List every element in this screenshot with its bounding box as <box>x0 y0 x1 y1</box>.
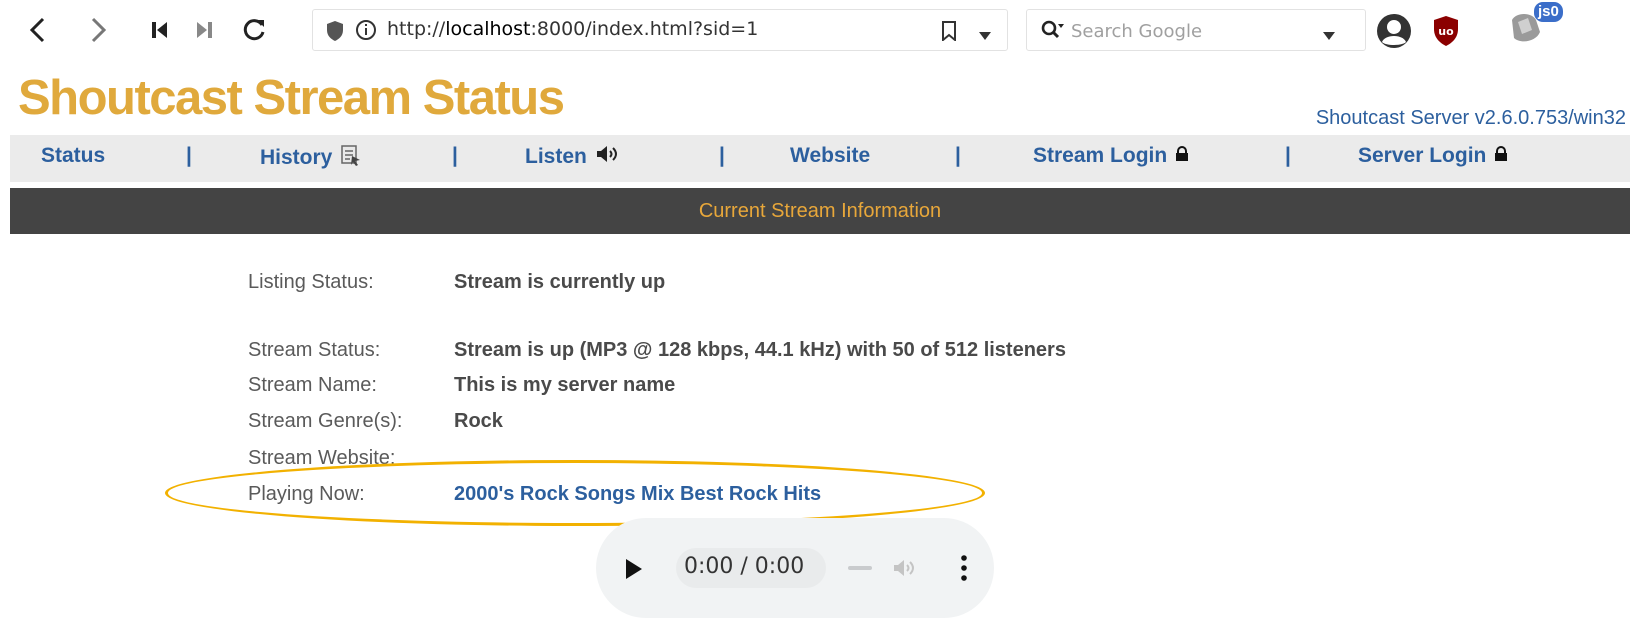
stream-name-row: Stream Name: This is my server name <box>248 374 675 397</box>
nav-separator: | <box>955 144 961 167</box>
nav-separator: | <box>1285 144 1291 167</box>
shield-icon[interactable] <box>325 20 345 47</box>
search-input[interactable] <box>1071 18 1311 44</box>
account-avatar-icon[interactable] <box>1376 13 1412 49</box>
stream-genre-row: Stream Genre(s): Rock <box>248 410 503 433</box>
nav-status-label: Status <box>41 144 106 167</box>
nav-bar: Status | History | Listen | Website | St… <box>10 135 1630 182</box>
ublock-origin-icon[interactable]: uo <box>1432 15 1460 52</box>
nav-website[interactable]: Website <box>790 144 870 168</box>
nav-server-login[interactable]: Server Login <box>1358 144 1508 168</box>
extension-badge: js0 <box>1534 2 1563 22</box>
progress-bar[interactable] <box>848 566 872 570</box>
section-header: Current Stream Information <box>10 188 1630 234</box>
url-text[interactable]: http://localhost:8000/index.html?sid=1 <box>387 18 758 40</box>
speaker-icon <box>595 144 623 170</box>
nav-history[interactable]: History <box>260 144 362 172</box>
page-title: Shoutcast Stream Status <box>18 71 565 125</box>
audio-player[interactable]: 0:00 / 0:00 <box>596 518 994 618</box>
history-icon <box>340 144 362 172</box>
nav-history-label: History <box>260 146 333 169</box>
stream-status-label: Stream Status: <box>248 339 381 361</box>
nav-server-login-label: Server Login <box>1358 144 1487 167</box>
stream-name-label: Stream Name: <box>248 374 377 396</box>
url-host: localhost <box>445 18 531 40</box>
stream-status-row: Stream Status: Stream is up (MP3 @ 128 k… <box>248 339 1066 362</box>
svg-text:uo: uo <box>1438 25 1454 38</box>
url-bar[interactable]: http://localhost:8000/index.html?sid=1 <box>312 9 1008 51</box>
playing-now-label: Playing Now: <box>248 483 365 505</box>
listing-status-row: Listing Status: Stream is currently up <box>248 271 665 294</box>
stream-genre-value: Rock <box>454 410 503 432</box>
chevron-down-icon[interactable] <box>979 27 991 45</box>
url-rest: :8000/index.html?sid=1 <box>530 18 759 40</box>
browser-toolbar: http://localhost:8000/index.html?sid=1 u… <box>0 0 1630 70</box>
nav-listen-label: Listen <box>525 145 587 168</box>
search-icon[interactable] <box>1041 20 1065 47</box>
bookmark-icon[interactable] <box>941 21 957 46</box>
stream-name-value: This is my server name <box>454 374 676 396</box>
playing-now-row: Playing Now: 2000's Rock Songs Mix Best … <box>248 483 821 506</box>
lock-icon <box>1494 144 1508 168</box>
nav-listen[interactable]: Listen <box>525 144 623 170</box>
nav-stream-login-label: Stream Login <box>1033 144 1168 167</box>
search-engine-chevron-down-icon[interactable] <box>1323 27 1335 45</box>
nav-separator: | <box>452 144 458 167</box>
back-arrow-icon[interactable] <box>20 12 56 48</box>
stream-website-label: Stream Website: <box>248 447 396 469</box>
nav-website-label: Website <box>790 144 871 167</box>
nav-status[interactable]: Status <box>41 144 105 168</box>
nav-stream-login[interactable]: Stream Login <box>1033 144 1189 168</box>
stream-status-value: Stream is up (MP3 @ 128 kbps, 44.1 kHz) … <box>454 339 1066 361</box>
playing-now-value[interactable]: 2000's Rock Songs Mix Best Rock Hits <box>454 483 821 506</box>
lock-icon <box>1175 144 1189 168</box>
reload-icon[interactable] <box>236 12 272 48</box>
more-options-icon[interactable] <box>960 554 968 587</box>
last-page-icon[interactable] <box>186 12 222 48</box>
play-icon[interactable] <box>624 558 644 580</box>
nav-separator: | <box>186 144 192 167</box>
info-icon[interactable] <box>355 19 377 46</box>
forward-arrow-icon[interactable] <box>80 12 116 48</box>
time-display: 0:00 / 0:00 <box>684 554 805 579</box>
stream-website-row: Stream Website: <box>248 447 395 470</box>
volume-icon[interactable] <box>892 556 918 585</box>
nav-separator: | <box>719 144 725 167</box>
stream-genre-label: Stream Genre(s): <box>248 410 403 432</box>
search-bar[interactable] <box>1026 9 1366 51</box>
server-version[interactable]: Shoutcast Server v2.6.0.753/win32 <box>1316 107 1626 130</box>
listing-status-value: Stream is currently up <box>454 271 666 293</box>
listing-status-label: Listing Status: <box>248 271 374 293</box>
url-prefix: http:// <box>387 18 446 40</box>
first-page-icon[interactable] <box>142 12 178 48</box>
